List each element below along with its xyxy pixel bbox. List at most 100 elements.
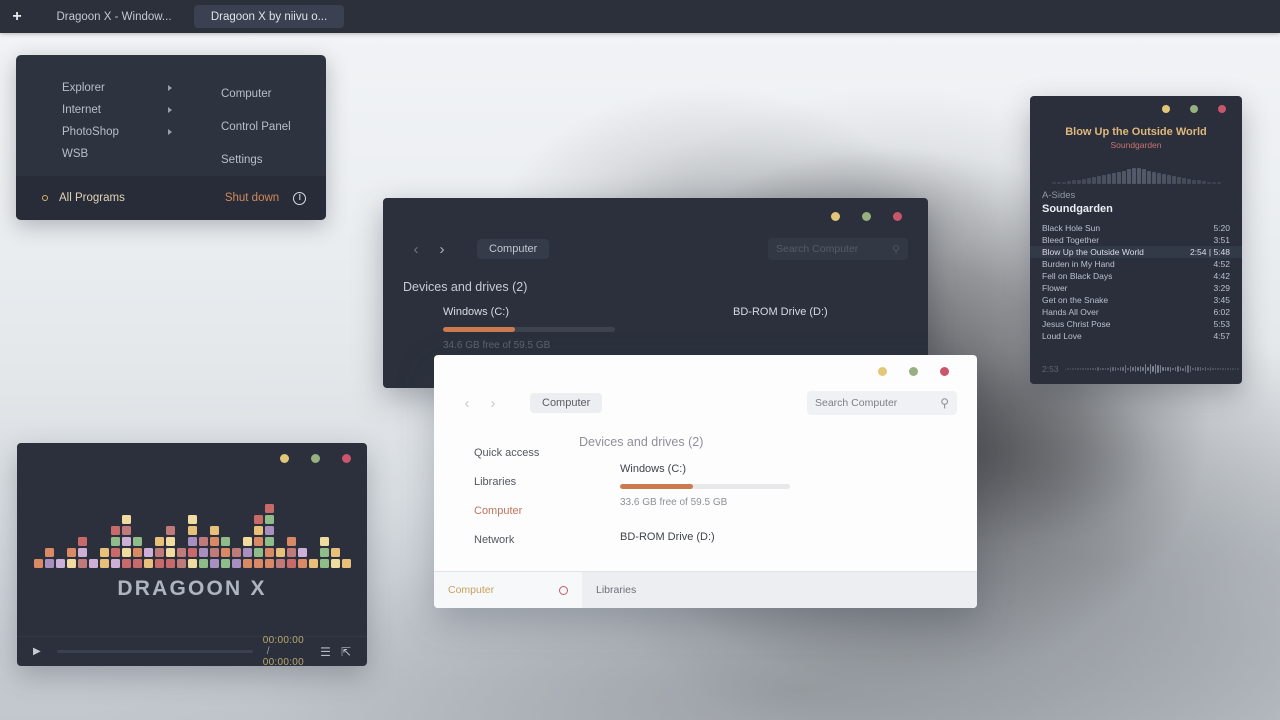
playlist-album-artist: Soundgarden [1042, 203, 1113, 215]
minimize-dot-icon[interactable] [831, 211, 840, 221]
drive-name: Windows (C:) [443, 306, 510, 318]
start-menu-item-internet[interactable]: Internet [62, 99, 182, 121]
drive-usage-bar [620, 484, 790, 489]
music-player-titlebar [1030, 96, 1242, 122]
chevron-left-icon[interactable]: ‹ [403, 241, 429, 258]
maximize-dot-icon[interactable] [1190, 105, 1198, 113]
light-explorer-navbar: ‹ › Computer Search Computer ⚲ [434, 388, 977, 418]
play-icon[interactable]: ▶ [33, 646, 41, 657]
track-row[interactable]: Burden in My Hand 4:52 [1030, 258, 1242, 270]
dragoon-logo-text: DRAGOON X [117, 577, 267, 600]
media-player-window: DRAGOON X ▶ 00:00:00 / 00:00:00 ☰ ⇱ [17, 443, 367, 666]
close-dot-icon[interactable] [1218, 105, 1226, 113]
power-icon[interactable] [293, 191, 307, 205]
track-row[interactable]: Jesus Christ Pose 5:53 [1030, 318, 1242, 330]
close-dot-icon[interactable] [893, 211, 902, 221]
track-title: Get on the Snake [1042, 295, 1109, 305]
taskbar: + Dragoon X - Window... Dragoon X by nii… [0, 0, 1280, 33]
tab-libraries[interactable]: Libraries [582, 572, 730, 608]
chevron-right-icon [168, 129, 172, 135]
sidebar-item-computer[interactable]: Computer [474, 496, 579, 525]
track-row[interactable]: Fell on Black Days 4:42 [1030, 270, 1242, 282]
start-menu-item-explorer[interactable]: Explorer [62, 77, 182, 99]
minimize-dot-icon[interactable] [280, 453, 289, 463]
start-menu-item-label: Explorer [62, 82, 105, 94]
track-row[interactable]: Black Hole Sun 5:20 [1030, 222, 1242, 234]
taskbar-tab-0[interactable]: Dragoon X - Window... [34, 5, 194, 28]
tab-computer[interactable]: Computer [434, 572, 582, 608]
track-row[interactable]: Get on the Snake 3:45 [1030, 294, 1242, 306]
breadcrumb[interactable]: Computer [530, 393, 603, 413]
start-menu-item-computer[interactable]: Computer [221, 77, 326, 110]
track-row[interactable]: Hands All Over 6:02 [1030, 306, 1242, 318]
drive-item-windows-c[interactable]: Windows (C:) 34.6 GB free of 59.5 GB [443, 306, 673, 351]
media-player-stage: DRAGOON X [17, 473, 367, 636]
close-circle-icon[interactable] [559, 585, 568, 595]
chevron-left-icon[interactable]: ‹ [454, 395, 480, 412]
track-row[interactable]: Flower 3:29 [1030, 282, 1242, 294]
start-menu-item-wsb[interactable]: WSB [62, 143, 182, 165]
section-title: Devices and drives (2) [403, 280, 528, 294]
track-length: 4:42 [1213, 271, 1230, 281]
drive-item-bdrom-d[interactable]: BD-ROM Drive (D:) [620, 531, 977, 543]
drive-free-text: 33.6 GB free of 59.5 GB [620, 497, 728, 508]
search-input[interactable]: Search Computer ⚲ [807, 391, 957, 415]
search-icon: ⚲ [940, 396, 949, 410]
seek-slider[interactable] [56, 650, 253, 653]
taskbar-tab-1[interactable]: Dragoon X by niivu o... [194, 5, 344, 28]
start-menu-item-label: WSB [62, 148, 89, 160]
sidebar-item-quick-access[interactable]: Quick access [474, 438, 579, 467]
sidebar-item-libraries[interactable]: Libraries [474, 467, 579, 496]
window-controls [878, 367, 949, 376]
section-title: Devices and drives (2) [579, 435, 704, 449]
track-row[interactable]: Blow Up the Outside World 2:54 | 5:48 [1030, 246, 1242, 258]
search-icon: ⚲ [891, 243, 900, 256]
start-menu-body: Explorer Internet PhotoShop WSB Computer… [16, 55, 326, 176]
close-dot-icon[interactable] [940, 367, 949, 376]
maximize-dot-icon[interactable] [311, 453, 320, 463]
minimize-dot-icon[interactable] [878, 367, 887, 376]
track-title: Blow Up the Outside World [1042, 247, 1144, 257]
maximize-dot-icon[interactable] [909, 367, 918, 376]
minimize-dot-icon[interactable] [1162, 105, 1170, 113]
breadcrumb[interactable]: Computer [477, 239, 550, 259]
track-length: 2:54 | 5:48 [1189, 247, 1230, 257]
start-menu-item-photoshop[interactable]: PhotoShop [62, 121, 182, 143]
chevron-right-icon[interactable]: › [429, 241, 455, 258]
dragoon-logo-blocks [33, 504, 351, 568]
light-explorer-content: Devices and drives (2) Windows (C:) 33.6… [579, 418, 977, 571]
list-icon[interactable]: ☰ [320, 645, 331, 659]
light-explorer-titlebar [434, 355, 977, 388]
light-explorer-tabbar: Computer Libraries [434, 571, 977, 608]
expand-icon[interactable]: ⇱ [341, 645, 351, 659]
track-title: Loud Love [1042, 331, 1082, 341]
window-controls [1162, 105, 1226, 113]
start-menu-item-label: PhotoShop [62, 126, 119, 138]
all-programs-button[interactable]: All Programs [59, 192, 125, 204]
track-row[interactable]: Bleed Together 3:51 [1030, 234, 1242, 246]
start-menu-item-control-panel[interactable]: Control Panel [221, 110, 326, 143]
light-explorer-drive-list: Windows (C:) 33.6 GB free of 59.5 GB BD-… [579, 449, 977, 543]
media-time-display: 00:00:00 / 00:00:00 [263, 635, 310, 666]
close-dot-icon[interactable] [342, 453, 351, 463]
circle-icon [42, 195, 48, 201]
track-length: 3:45 [1213, 295, 1230, 305]
drive-item-windows-c[interactable]: Windows (C:) 33.6 GB free of 59.5 GB [620, 463, 977, 508]
sidebar-item-network[interactable]: Network [474, 525, 579, 554]
plus-icon[interactable]: + [0, 0, 34, 33]
shut-down-button[interactable]: Shut down [225, 192, 279, 204]
start-menu-item-settings[interactable]: Settings [221, 143, 326, 176]
tab-label: Libraries [596, 584, 637, 596]
waveform-seek[interactable]: 2:53 5:48 [1030, 362, 1242, 376]
maximize-dot-icon[interactable] [862, 211, 871, 221]
track-title: Jesus Christ Pose [1042, 319, 1111, 329]
track-length: 4:57 [1213, 331, 1230, 341]
search-input[interactable]: Search Computer ⚲ [768, 238, 908, 260]
drive-item-bdrom-d[interactable]: BD-ROM Drive (D:) [733, 306, 828, 351]
chevron-right-icon[interactable]: › [480, 395, 506, 412]
chevron-right-icon [168, 85, 172, 91]
track-row[interactable]: Loud Love 4:57 [1030, 330, 1242, 342]
drive-name: Windows (C:) [620, 463, 687, 475]
start-menu-footer: All Programs Shut down [16, 176, 326, 220]
tab-label: Computer [448, 584, 495, 596]
